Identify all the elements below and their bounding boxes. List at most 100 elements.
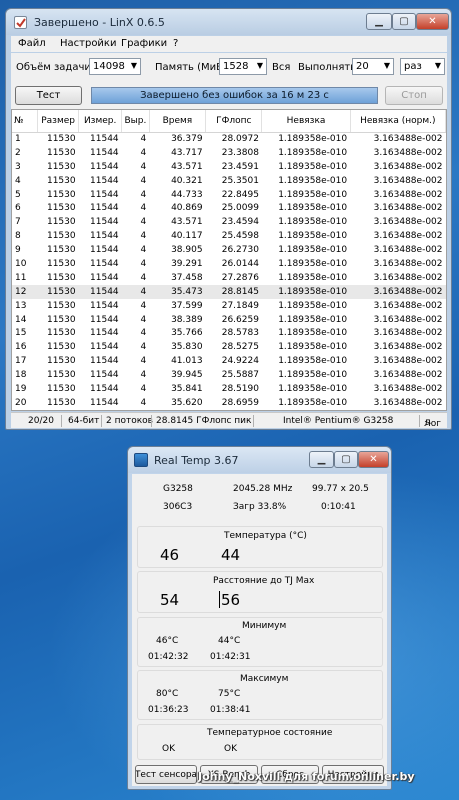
table-row[interactable]: 3 11530 11544 4 43.571 23.4591 1.189358e-010 3.… <box>12 160 446 174</box>
table-cell: 11530 <box>46 356 76 367</box>
table-cell: 3.163488e-002 <box>373 370 443 381</box>
table-cell: 11544 <box>90 272 119 283</box>
table-row[interactable]: 10 11530 11544 4 39.291 26.0144 1.189358e-010 3… <box>12 257 446 271</box>
close-button[interactable]: ✕ <box>358 451 389 468</box>
column-header[interactable]: Выр. <box>121 110 150 133</box>
column-header[interactable]: Невязка (норм.) <box>350 110 446 133</box>
table-cell: 11544 <box>78 284 122 299</box>
column-header[interactable]: Размер <box>37 110 80 133</box>
table-cell: 41.013 <box>171 356 203 367</box>
table-cell: 3.163488e-002 <box>373 189 443 200</box>
max-core0: 80°C <box>156 689 179 699</box>
table-row[interactable]: 4 11530 11544 4 40.321 25.3501 1.189358e-010 3.… <box>12 174 446 188</box>
table-row[interactable]: 11 11530 11544 4 37.458 27.2876 1.189358e-010 3… <box>12 271 446 285</box>
minimize-button[interactable]: ▁ <box>366 13 392 30</box>
table-cell: 1.189358e-010 <box>278 342 348 353</box>
table-row[interactable]: 16 11530 11544 4 35.830 28.5275 1.189358e-010 3… <box>12 340 446 354</box>
table-row[interactable]: 5 11530 11544 4 44.733 22.8495 1.189358e-010 3.… <box>12 188 446 202</box>
min-core0: 46°C <box>156 636 179 646</box>
table-row[interactable]: 18 11530 11544 4 39.945 25.5887 1.189358e-010 3… <box>12 368 446 382</box>
table-cell: 40.321 <box>171 175 203 186</box>
table-cell: 25.3501 <box>221 175 259 186</box>
table-row[interactable]: 15 11530 11544 4 35.766 28.5783 1.189358e-010 3… <box>12 326 446 340</box>
menu-help[interactable]: ? <box>173 38 178 49</box>
table-cell: 3.163488e-002 <box>373 161 443 172</box>
max-core1: 75°C <box>218 689 241 699</box>
table-cell: 3.163488e-002 <box>373 258 443 269</box>
table-row[interactable]: 7 11530 11544 4 43.571 23.4594 1.189358e-010 3.… <box>12 215 446 229</box>
uptime: 0:10:41 <box>321 502 356 512</box>
column-header[interactable]: № <box>12 110 39 133</box>
menu-graphs[interactable]: Графики <box>121 38 167 49</box>
temp-core0: 46 <box>160 546 180 564</box>
maximum-group: Максимум 80°C 75°C 01:36:23 01:38:41 <box>137 670 383 720</box>
table-cell: 25.0099 <box>221 203 259 214</box>
table-cell: 28.8145 <box>205 284 262 299</box>
state-core0: OK <box>162 744 175 754</box>
table-cell: 1 <box>15 134 21 145</box>
menu-file[interactable]: Файл <box>18 38 46 49</box>
realtemp-titlebar[interactable]: Real Temp 3.67 ▁ ▢ ✕ <box>128 447 391 473</box>
all-memory-label[interactable]: Вся <box>272 62 290 73</box>
sensor-test-button[interactable]: Тест сенсора <box>135 765 197 784</box>
memory-combo[interactable]: 1528 ▼ <box>219 58 267 75</box>
cpu-frequency: 2045.28 MHz <box>233 484 293 494</box>
table-row[interactable]: 2 11530 11544 4 43.717 23.3808 1.189358e-010 3.… <box>12 146 446 160</box>
table-cell: 3.163488e-002 <box>373 342 443 353</box>
chevron-down-icon: ▼ <box>383 61 390 70</box>
table-row[interactable]: 17 11530 11544 4 41.013 24.9224 1.189358e-010 3… <box>12 354 446 368</box>
table-row[interactable]: 19 11530 11544 4 35.841 28.5190 1.189358e-010 3… <box>12 382 446 396</box>
status-cpu: Intel® Pentium® G3258 <box>283 416 394 426</box>
table-cell: 3.163488e-002 <box>373 300 443 311</box>
run-unit-combo[interactable]: раз ▼ <box>400 58 445 75</box>
table-cell: 3.163488e-002 <box>373 134 443 145</box>
table-cell: 3.163488e-002 <box>373 356 443 367</box>
table-cell: 6 <box>15 203 21 214</box>
stop-button[interactable]: Стоп <box>385 86 443 105</box>
task-size-combo[interactable]: 14098 ▼ <box>89 58 141 75</box>
table-cell: 4 <box>15 175 21 186</box>
menu-settings[interactable]: Настройки <box>60 38 116 49</box>
close-button[interactable]: ✕ <box>416 13 449 30</box>
table-cell: 28.6959 <box>221 397 259 408</box>
table-cell: 28.5275 <box>221 342 259 353</box>
window-title: Завершено - LinX 0.6.5 <box>34 16 165 29</box>
table-cell: 25.4598 <box>221 231 259 242</box>
table-cell: 1.189358e-010 <box>278 370 348 381</box>
table-cell: 35.830 <box>171 342 203 353</box>
table-cell: 11544 <box>90 203 119 214</box>
column-header[interactable]: ГФлопс <box>205 110 263 133</box>
table-row[interactable]: 12 11530 11544 4 35.473 28.8145 1.189358e-010 3… <box>12 284 446 299</box>
table-row[interactable]: 8 11530 11544 4 40.117 25.4598 1.189358e-010 3.… <box>12 229 446 243</box>
table-cell: 1.189358e-010 <box>278 314 348 325</box>
table-cell: 4 <box>140 258 147 269</box>
minimize-button[interactable]: ▁ <box>309 451 334 468</box>
table-row[interactable]: 13 11530 11544 4 37.599 27.1849 1.189358e-010 3… <box>12 299 446 313</box>
chevron-down-icon: ▼ <box>434 61 441 70</box>
table-row[interactable]: 9 11530 11544 4 38.905 26.2730 1.189358e-010 3.… <box>12 243 446 257</box>
table-row[interactable]: 20 11530 11544 4 35.620 28.6959 1.189358e-010 3… <box>12 396 446 410</box>
min-core1: 44°C <box>218 636 241 646</box>
table-cell: 14 <box>15 314 27 325</box>
tjmax-header: Расстояние до TJ Max <box>213 576 315 586</box>
table-cell: 3.163488e-002 <box>373 231 443 242</box>
maximize-button[interactable]: ▢ <box>392 13 416 30</box>
table-row[interactable]: 1 11530 11544 4 36.379 28.0972 1.189358e-010 3.… <box>12 132 446 146</box>
run-count-combo[interactable]: 20 ▼ <box>352 58 394 75</box>
table-cell: 44.733 <box>171 189 203 200</box>
column-header[interactable]: Время <box>149 110 207 133</box>
realtemp-body: G3258 2045.28 MHz 99.77 x 20.5 306C3 Заг… <box>132 474 387 786</box>
realtemp-window: Real Temp 3.67 ▁ ▢ ✕ G3258 2045.28 MHz 9… <box>127 446 392 790</box>
results-table[interactable]: № Размер Измер. Выр. Время ГФлопс Невязк… <box>11 109 447 411</box>
column-header[interactable]: Измер. <box>78 110 123 133</box>
test-button[interactable]: Тест <box>15 86 82 105</box>
table-row[interactable]: 14 11530 11544 4 38.389 26.6259 1.189358e-010 3… <box>12 313 446 327</box>
linx-titlebar[interactable]: Завершено - LinX 0.6.5 ▁ ▢ ✕ <box>6 9 451 35</box>
table-cell: 11544 <box>90 189 119 200</box>
maximize-button[interactable]: ▢ <box>334 451 358 468</box>
table-row[interactable]: 6 11530 11544 4 40.869 25.0099 1.189358e-010 3.… <box>12 201 446 215</box>
column-header[interactable]: Невязка <box>261 110 351 133</box>
table-cell: 11544 <box>90 383 119 394</box>
table-cell: 16 <box>15 342 27 353</box>
table-cell: 11544 <box>90 231 119 242</box>
